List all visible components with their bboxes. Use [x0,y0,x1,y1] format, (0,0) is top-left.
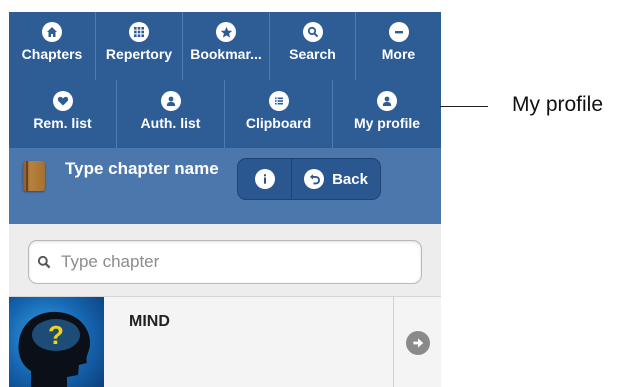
search-area [9,224,441,294]
toolbar-search-button[interactable]: Search [270,12,356,80]
toolbar-label: Rem. list [33,115,92,131]
toolbar-auth-list-button[interactable]: Auth. list [117,80,225,148]
list-item[interactable]: ? MIND [9,296,441,387]
head-question-icon: ? [9,297,104,387]
toolbar-clipboard-button[interactable]: Clipboard [225,80,333,148]
toolbar-more-button[interactable]: More [356,12,441,80]
grid-icon [129,22,149,42]
minus-icon [388,22,409,42]
list-item-title: MIND [129,313,170,330]
mobile-app-screen: Chapters Repertory Bookmar... Search Mor… [9,12,441,387]
toolbar-row-1: Chapters Repertory Bookmar... Search Mor… [9,12,441,80]
toolbar-repertory-button[interactable]: Repertory [96,12,183,80]
callout-label: My profile [512,93,604,116]
toolbar-label: My profile [353,115,421,131]
svg-text:?: ? [48,320,64,350]
info-button[interactable] [238,159,292,199]
star-icon [216,22,236,42]
search-icon [302,22,323,42]
chapter-button-group: Back [237,158,381,200]
toolbar-label: Repertory [105,46,173,62]
toolbar-label: Auth. list [140,115,201,131]
user-icon [160,91,181,111]
chapter-title: Type chapter name [65,159,219,178]
user-icon [377,91,397,111]
chapter-search-field[interactable] [28,240,422,284]
arrow-right-icon [405,330,430,355]
toolbar-row-2: Rem. list Auth. list Clipboard My profil… [9,80,441,148]
book-icon [23,161,45,191]
undo-icon [304,169,325,189]
toolbar-label: Clipboard [245,115,312,131]
list-item-arrow-button[interactable] [393,297,441,387]
list-icon [268,91,289,111]
toolbar-label: Chapters [21,46,83,62]
info-icon [254,169,275,189]
toolbar-chapters-button[interactable]: Chapters [9,12,96,80]
toolbar-bookmarks-button[interactable]: Bookmar... [183,12,270,80]
toolbar-my-profile-button[interactable]: My profile [333,80,441,148]
back-button-label: Back [332,170,368,188]
heart-icon [52,91,73,111]
chapter-search-input[interactable] [61,249,401,275]
chapter-header-bar: Type chapter name Back [9,148,441,224]
toolbar-label: Search [289,46,336,62]
toolbar-rem-list-button[interactable]: Rem. list [9,80,117,148]
back-button[interactable]: Back [292,159,380,199]
search-icon [37,255,51,274]
toolbar-label: Bookmar... [190,46,262,62]
callout-line [440,106,488,107]
home-icon [42,22,62,42]
toolbar-label: More [381,46,416,62]
